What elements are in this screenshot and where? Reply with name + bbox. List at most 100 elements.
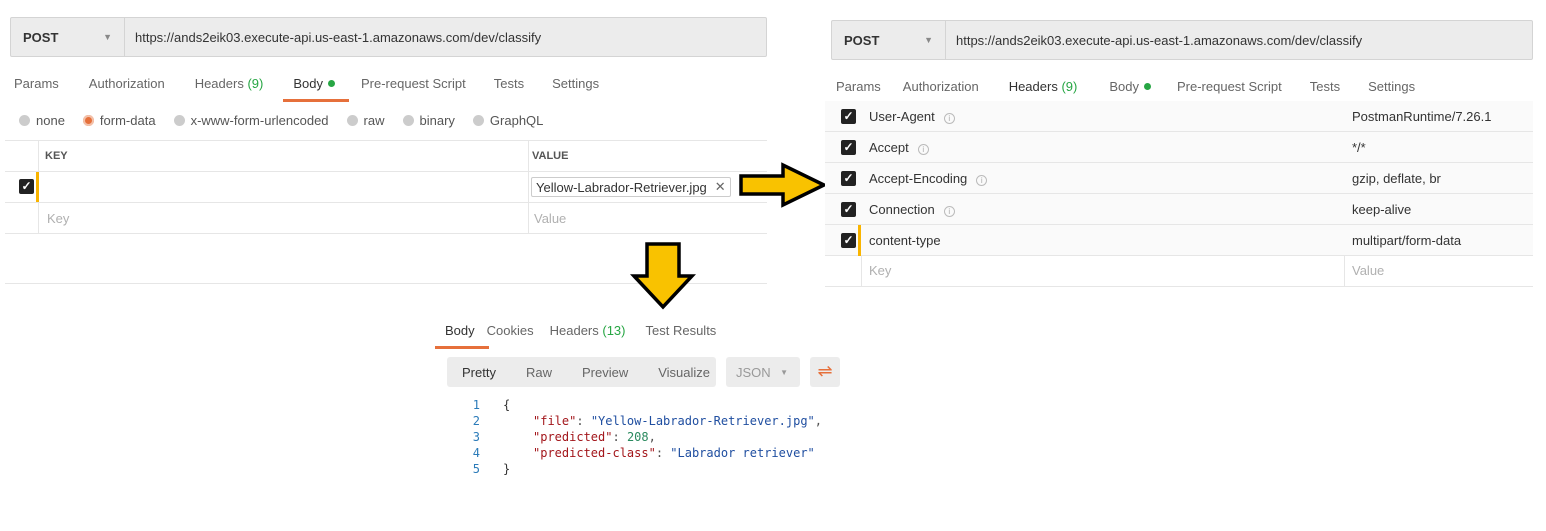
header-value[interactable]: PostmanRuntime/7.26.1 bbox=[1352, 109, 1491, 124]
method-label: POST bbox=[23, 29, 59, 45]
json-value: "Labrador retriever" bbox=[670, 446, 815, 460]
tab-response-body[interactable]: Body bbox=[435, 323, 489, 349]
tab-pre-request-script[interactable]: Pre-request Script bbox=[361, 76, 466, 91]
tab-cookies[interactable]: Cookies bbox=[487, 323, 534, 338]
view-pretty[interactable]: Pretty bbox=[462, 365, 496, 380]
json-key: "predicted" bbox=[533, 430, 613, 444]
status-dot-icon bbox=[1143, 83, 1151, 90]
tab-tests[interactable]: Tests bbox=[1310, 79, 1340, 94]
header-key[interactable]: Accept-Encoding i bbox=[869, 171, 988, 186]
file-name: Yellow-Labrador-Retriever.jpg bbox=[536, 179, 707, 195]
line-number: 5 bbox=[472, 462, 480, 476]
tab-test-results[interactable]: Test Results bbox=[646, 323, 717, 338]
header-value[interactable]: gzip, deflate, br bbox=[1352, 171, 1441, 186]
info-icon[interactable]: i bbox=[943, 112, 955, 124]
radio-binary[interactable]: binary bbox=[402, 113, 455, 128]
chevron-down-icon: ▼ bbox=[780, 367, 788, 377]
header-row: ✓ content-type multipart/form-data bbox=[825, 225, 1533, 256]
row-edit-indicator bbox=[858, 225, 861, 256]
close-icon[interactable]: ✕ bbox=[715, 179, 726, 195]
view-preview[interactable]: Preview bbox=[582, 365, 628, 380]
row-checkbox[interactable]: ✓ bbox=[841, 233, 856, 248]
line-number: 2 bbox=[472, 414, 480, 428]
json-line-file: "file": "Yellow-Labrador-Retriever.jpg", bbox=[533, 414, 823, 428]
radio-selected-icon bbox=[82, 115, 94, 126]
format-select[interactable]: JSON ▼ bbox=[726, 357, 800, 387]
header-key[interactable]: User-Agent i bbox=[869, 109, 955, 124]
tab-headers[interactable]: Headers (9) bbox=[998, 79, 1091, 105]
header-value[interactable]: multipart/form-data bbox=[1352, 233, 1461, 248]
tab-params[interactable]: Params bbox=[836, 79, 881, 94]
view-raw[interactable]: Raw bbox=[526, 365, 552, 380]
tab-label: Headers bbox=[1008, 79, 1058, 94]
json-line-predicted: "predicted": 208, bbox=[533, 430, 656, 444]
info-icon[interactable]: i bbox=[917, 143, 929, 155]
url-input[interactable]: https://ands2eik03.execute-api.us-east-1… bbox=[946, 33, 1362, 48]
json-value: "Yellow-Labrador-Retriever.jpg" bbox=[590, 414, 815, 428]
request-tabs-left: Params Authorization Headers (9) Body Pr… bbox=[14, 76, 621, 102]
key-column-header: KEY bbox=[45, 150, 68, 162]
method-select[interactable]: POST ▼ bbox=[11, 18, 125, 56]
url-input[interactable]: https://ands2eik03.execute-api.us-east-1… bbox=[125, 30, 541, 45]
line-number: 1 bbox=[472, 398, 480, 412]
radio-urlencoded[interactable]: x-www-form-urlencoded bbox=[173, 113, 329, 128]
value-placeholder[interactable]: Value bbox=[534, 211, 566, 226]
row-checkbox[interactable]: ✓ bbox=[841, 202, 856, 217]
row-checkbox[interactable]: ✓ bbox=[841, 140, 856, 155]
arrow-right-icon bbox=[739, 162, 828, 208]
tab-headers[interactable]: Headers (9) bbox=[195, 76, 264, 91]
tab-tests[interactable]: Tests bbox=[494, 76, 524, 91]
header-key[interactable]: Connection i bbox=[869, 202, 955, 217]
key-placeholder[interactable]: Key bbox=[869, 263, 891, 278]
wrap-lines-icon[interactable]: ⇌ bbox=[810, 357, 840, 387]
radio-icon bbox=[346, 115, 358, 126]
tab-settings[interactable]: Settings bbox=[1368, 79, 1415, 94]
radio-none[interactable]: none bbox=[19, 113, 65, 128]
format-label: JSON bbox=[736, 364, 771, 380]
headers-count: (9) bbox=[247, 76, 264, 91]
tab-params[interactable]: Params bbox=[14, 76, 59, 91]
view-mode-toolbar: Pretty Raw Preview Visualize bbox=[447, 357, 716, 387]
table-row-empty: Key Value bbox=[5, 203, 767, 234]
value-placeholder[interactable]: Value bbox=[1352, 263, 1384, 278]
radio-raw[interactable]: raw bbox=[346, 113, 385, 128]
header-key[interactable]: Accept i bbox=[869, 140, 929, 155]
radio-label: none bbox=[36, 113, 65, 128]
radio-label: GraphQL bbox=[489, 113, 544, 128]
row-checkbox[interactable]: ✓ bbox=[841, 109, 856, 124]
radio-graphql[interactable]: GraphQL bbox=[472, 113, 544, 128]
tab-settings[interactable]: Settings bbox=[552, 76, 599, 91]
info-icon[interactable]: i bbox=[943, 205, 955, 217]
tab-authorization[interactable]: Authorization bbox=[89, 76, 165, 91]
key-placeholder[interactable]: Key bbox=[47, 211, 69, 226]
key-input[interactable] bbox=[40, 172, 528, 202]
header-row: ✓ Accept i */* bbox=[825, 132, 1533, 163]
json-close-brace: } bbox=[503, 462, 511, 476]
header-key-text: Accept bbox=[869, 139, 909, 155]
tab-response-headers[interactable]: Headers (13) bbox=[550, 323, 626, 338]
table-row: ✓ Yellow-Labrador-Retriever.jpg ✕ bbox=[5, 172, 767, 203]
tab-pre-request-script[interactable]: Pre-request Script bbox=[1177, 79, 1282, 94]
header-value[interactable]: keep-alive bbox=[1352, 202, 1411, 217]
tab-label: Headers bbox=[549, 323, 599, 338]
view-visualize[interactable]: Visualize bbox=[658, 365, 710, 380]
radio-icon bbox=[173, 115, 185, 126]
header-value[interactable]: */* bbox=[1352, 140, 1366, 155]
row-checkbox[interactable]: ✓ bbox=[19, 179, 34, 194]
row-checkbox[interactable]: ✓ bbox=[841, 171, 856, 186]
tab-label: Body bbox=[293, 76, 323, 91]
json-key: "file" bbox=[533, 414, 577, 428]
tab-body[interactable]: Body bbox=[1109, 79, 1151, 94]
method-select[interactable]: POST ▼ bbox=[832, 21, 946, 59]
tab-authorization[interactable]: Authorization bbox=[903, 79, 979, 94]
header-key[interactable]: content-type bbox=[869, 233, 941, 248]
chevron-down-icon: ▼ bbox=[924, 35, 933, 45]
chevron-down-icon: ▼ bbox=[103, 32, 112, 42]
row-edit-indicator bbox=[36, 172, 39, 202]
info-icon[interactable]: i bbox=[976, 174, 988, 186]
file-chip[interactable]: Yellow-Labrador-Retriever.jpg ✕ bbox=[531, 177, 731, 197]
tab-body[interactable]: Body bbox=[283, 76, 349, 102]
radio-label: form-data bbox=[99, 113, 156, 128]
json-line-class: "predicted-class": "Labrador retriever" bbox=[533, 446, 815, 460]
radio-form-data[interactable]: form-data bbox=[82, 113, 156, 128]
